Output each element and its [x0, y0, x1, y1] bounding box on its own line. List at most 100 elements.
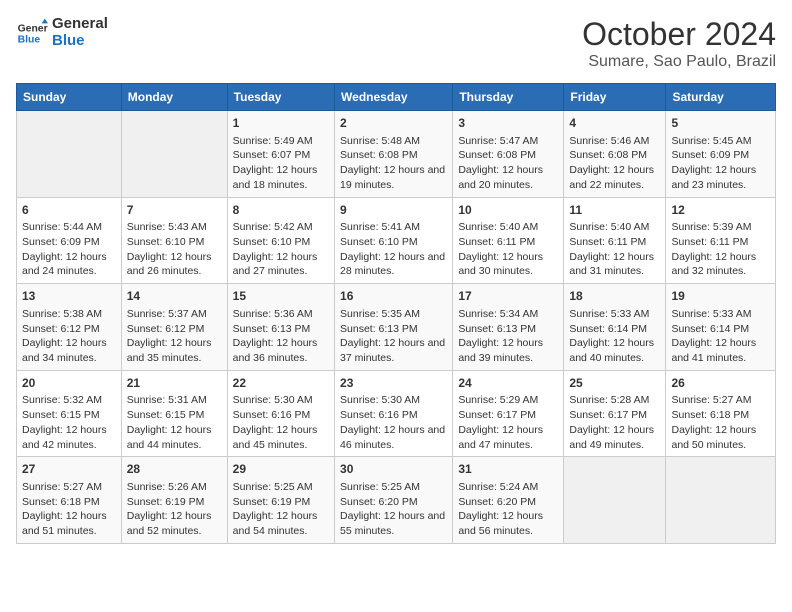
calendar-cell: 14Sunrise: 5:37 AMSunset: 6:12 PMDayligh… [121, 284, 227, 371]
sunrise-text: Sunrise: 5:30 AM [233, 393, 329, 408]
sunrise-text: Sunrise: 5:47 AM [458, 134, 558, 149]
sunrise-text: Sunrise: 5:36 AM [233, 307, 329, 322]
day-number: 13 [22, 288, 116, 305]
calendar-cell: 6Sunrise: 5:44 AMSunset: 6:09 PMDaylight… [17, 197, 122, 284]
sunrise-text: Sunrise: 5:40 AM [458, 220, 558, 235]
day-number: 4 [569, 115, 660, 132]
calendar-cell: 16Sunrise: 5:35 AMSunset: 6:13 PMDayligh… [335, 284, 453, 371]
daylight-text: Daylight: 12 hours and 34 minutes. [22, 336, 116, 365]
calendar-cell: 28Sunrise: 5:26 AMSunset: 6:19 PMDayligh… [121, 457, 227, 544]
sunset-text: Sunset: 6:11 PM [569, 235, 660, 250]
sunset-text: Sunset: 6:15 PM [127, 408, 222, 423]
day-number: 18 [569, 288, 660, 305]
daylight-text: Daylight: 12 hours and 22 minutes. [569, 163, 660, 192]
day-number: 19 [671, 288, 770, 305]
day-number: 10 [458, 202, 558, 219]
sunrise-text: Sunrise: 5:34 AM [458, 307, 558, 322]
day-number: 11 [569, 202, 660, 219]
calendar-cell: 30Sunrise: 5:25 AMSunset: 6:20 PMDayligh… [335, 457, 453, 544]
daylight-text: Daylight: 12 hours and 56 minutes. [458, 509, 558, 538]
sunrise-text: Sunrise: 5:29 AM [458, 393, 558, 408]
daylight-text: Daylight: 12 hours and 52 minutes. [127, 509, 222, 538]
sunrise-text: Sunrise: 5:33 AM [671, 307, 770, 322]
sunrise-text: Sunrise: 5:46 AM [569, 134, 660, 149]
sunset-text: Sunset: 6:10 PM [127, 235, 222, 250]
sunset-text: Sunset: 6:16 PM [233, 408, 329, 423]
sunrise-text: Sunrise: 5:31 AM [127, 393, 222, 408]
calendar-cell: 29Sunrise: 5:25 AMSunset: 6:19 PMDayligh… [227, 457, 334, 544]
calendar-cell: 11Sunrise: 5:40 AMSunset: 6:11 PMDayligh… [564, 197, 666, 284]
day-number: 1 [233, 115, 329, 132]
sunset-text: Sunset: 6:07 PM [233, 148, 329, 163]
day-number: 25 [569, 375, 660, 392]
day-number: 7 [127, 202, 222, 219]
sunset-text: Sunset: 6:17 PM [569, 408, 660, 423]
calendar-cell [666, 457, 776, 544]
sunrise-text: Sunrise: 5:42 AM [233, 220, 329, 235]
sunset-text: Sunset: 6:19 PM [233, 495, 329, 510]
sunset-text: Sunset: 6:19 PM [127, 495, 222, 510]
weekday-header-sunday: Sunday [17, 84, 122, 111]
sunset-text: Sunset: 6:12 PM [22, 322, 116, 337]
sunrise-text: Sunrise: 5:48 AM [340, 134, 447, 149]
day-number: 3 [458, 115, 558, 132]
day-number: 22 [233, 375, 329, 392]
calendar-cell [564, 457, 666, 544]
sunset-text: Sunset: 6:14 PM [671, 322, 770, 337]
daylight-text: Daylight: 12 hours and 54 minutes. [233, 509, 329, 538]
weekday-header-friday: Friday [564, 84, 666, 111]
sunset-text: Sunset: 6:09 PM [671, 148, 770, 163]
sunrise-text: Sunrise: 5:43 AM [127, 220, 222, 235]
sunset-text: Sunset: 6:13 PM [233, 322, 329, 337]
logo-line1: General [52, 16, 108, 33]
sunset-text: Sunset: 6:16 PM [340, 408, 447, 423]
weekday-header-row: SundayMondayTuesdayWednesdayThursdayFrid… [17, 84, 776, 111]
sunset-text: Sunset: 6:08 PM [340, 148, 447, 163]
daylight-text: Daylight: 12 hours and 50 minutes. [671, 423, 770, 452]
daylight-text: Daylight: 12 hours and 44 minutes. [127, 423, 222, 452]
calendar-title: October 2024 [582, 16, 776, 53]
calendar-cell: 31Sunrise: 5:24 AMSunset: 6:20 PMDayligh… [453, 457, 564, 544]
week-row-2: 6Sunrise: 5:44 AMSunset: 6:09 PMDaylight… [17, 197, 776, 284]
weekday-header-thursday: Thursday [453, 84, 564, 111]
calendar-cell: 24Sunrise: 5:29 AMSunset: 6:17 PMDayligh… [453, 370, 564, 457]
day-number: 15 [233, 288, 329, 305]
sunrise-text: Sunrise: 5:45 AM [671, 134, 770, 149]
calendar-cell: 2Sunrise: 5:48 AMSunset: 6:08 PMDaylight… [335, 111, 453, 198]
week-row-5: 27Sunrise: 5:27 AMSunset: 6:18 PMDayligh… [17, 457, 776, 544]
sunrise-text: Sunrise: 5:40 AM [569, 220, 660, 235]
day-number: 30 [340, 461, 447, 478]
sunrise-text: Sunrise: 5:33 AM [569, 307, 660, 322]
logo: General Blue General Blue [16, 16, 108, 49]
weekday-header-saturday: Saturday [666, 84, 776, 111]
daylight-text: Daylight: 12 hours and 26 minutes. [127, 250, 222, 279]
daylight-text: Daylight: 12 hours and 31 minutes. [569, 250, 660, 279]
calendar-cell: 13Sunrise: 5:38 AMSunset: 6:12 PMDayligh… [17, 284, 122, 371]
daylight-text: Daylight: 12 hours and 41 minutes. [671, 336, 770, 365]
day-number: 20 [22, 375, 116, 392]
daylight-text: Daylight: 12 hours and 40 minutes. [569, 336, 660, 365]
day-number: 6 [22, 202, 116, 219]
calendar-cell: 15Sunrise: 5:36 AMSunset: 6:13 PMDayligh… [227, 284, 334, 371]
day-number: 5 [671, 115, 770, 132]
daylight-text: Daylight: 12 hours and 30 minutes. [458, 250, 558, 279]
sunrise-text: Sunrise: 5:27 AM [671, 393, 770, 408]
sunrise-text: Sunrise: 5:39 AM [671, 220, 770, 235]
calendar-cell: 8Sunrise: 5:42 AMSunset: 6:10 PMDaylight… [227, 197, 334, 284]
sunrise-text: Sunrise: 5:35 AM [340, 307, 447, 322]
sunset-text: Sunset: 6:10 PM [233, 235, 329, 250]
calendar-cell: 12Sunrise: 5:39 AMSunset: 6:11 PMDayligh… [666, 197, 776, 284]
calendar-cell: 25Sunrise: 5:28 AMSunset: 6:17 PMDayligh… [564, 370, 666, 457]
calendar-cell: 9Sunrise: 5:41 AMSunset: 6:10 PMDaylight… [335, 197, 453, 284]
daylight-text: Daylight: 12 hours and 46 minutes. [340, 423, 447, 452]
daylight-text: Daylight: 12 hours and 27 minutes. [233, 250, 329, 279]
calendar-cell: 27Sunrise: 5:27 AMSunset: 6:18 PMDayligh… [17, 457, 122, 544]
day-number: 8 [233, 202, 329, 219]
sunrise-text: Sunrise: 5:26 AM [127, 480, 222, 495]
sunrise-text: Sunrise: 5:28 AM [569, 393, 660, 408]
svg-text:General: General [18, 23, 48, 34]
daylight-text: Daylight: 12 hours and 24 minutes. [22, 250, 116, 279]
sunrise-text: Sunrise: 5:25 AM [340, 480, 447, 495]
calendar-cell [121, 111, 227, 198]
sunset-text: Sunset: 6:09 PM [22, 235, 116, 250]
